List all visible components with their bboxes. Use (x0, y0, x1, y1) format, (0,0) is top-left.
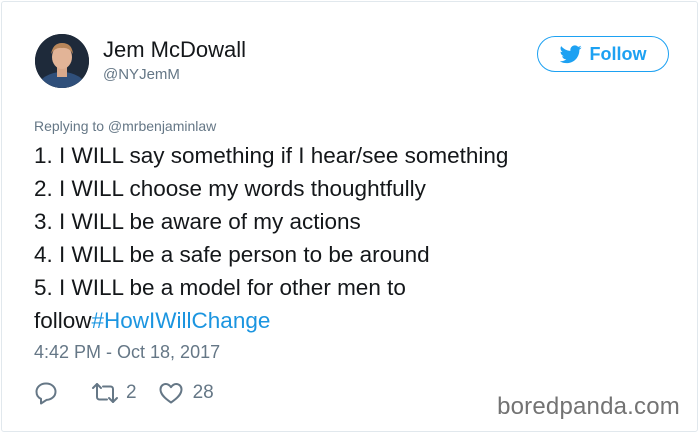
author-name[interactable]: Jem McDowall (103, 37, 246, 63)
tweet-line: 1. I WILL say something if I hear/see so… (34, 143, 509, 168)
tweet-card: Jem McDowall @NYJemM Follow Replying to … (1, 1, 698, 432)
reply-icon (34, 380, 60, 406)
avatar[interactable] (35, 34, 89, 88)
tweet-line: 4. I WILL be a safe person to be around (34, 242, 430, 267)
timestamp[interactable]: 4:42 PM - Oct 18, 2017 (34, 342, 220, 363)
tweet-line: 5. I WILL be a model for other men to (34, 275, 406, 300)
action-bar: 2 28 (34, 378, 214, 408)
twitter-bird-icon (559, 43, 582, 65)
hashtag-link[interactable]: #HowIWillChange (92, 308, 271, 333)
heart-icon (158, 381, 184, 405)
replying-to[interactable]: Replying to @mrbenjaminlaw (34, 118, 216, 134)
tweet-line-text: follow (34, 308, 92, 333)
follow-label: Follow (589, 43, 647, 64)
author-handle[interactable]: @NYJemM (103, 66, 180, 83)
reply-button[interactable] (34, 380, 60, 406)
tweet-line-last: follow#HowIWillChange (34, 304, 674, 337)
like-button[interactable]: 28 (158, 381, 214, 405)
tweet-line: 3. I WILL be aware of my actions (34, 209, 361, 234)
tweet-text: 1. I WILL say something if I hear/see so… (34, 139, 674, 337)
like-count: 28 (192, 382, 214, 403)
follow-button[interactable]: Follow (537, 36, 669, 72)
tweet-line: 2. I WILL choose my words thoughtfully (34, 176, 426, 201)
watermark: boredpanda.com (497, 393, 680, 420)
retweet-icon (90, 381, 120, 405)
retweet-button[interactable]: 2 (90, 381, 137, 405)
retweet-count: 2 (126, 382, 137, 403)
